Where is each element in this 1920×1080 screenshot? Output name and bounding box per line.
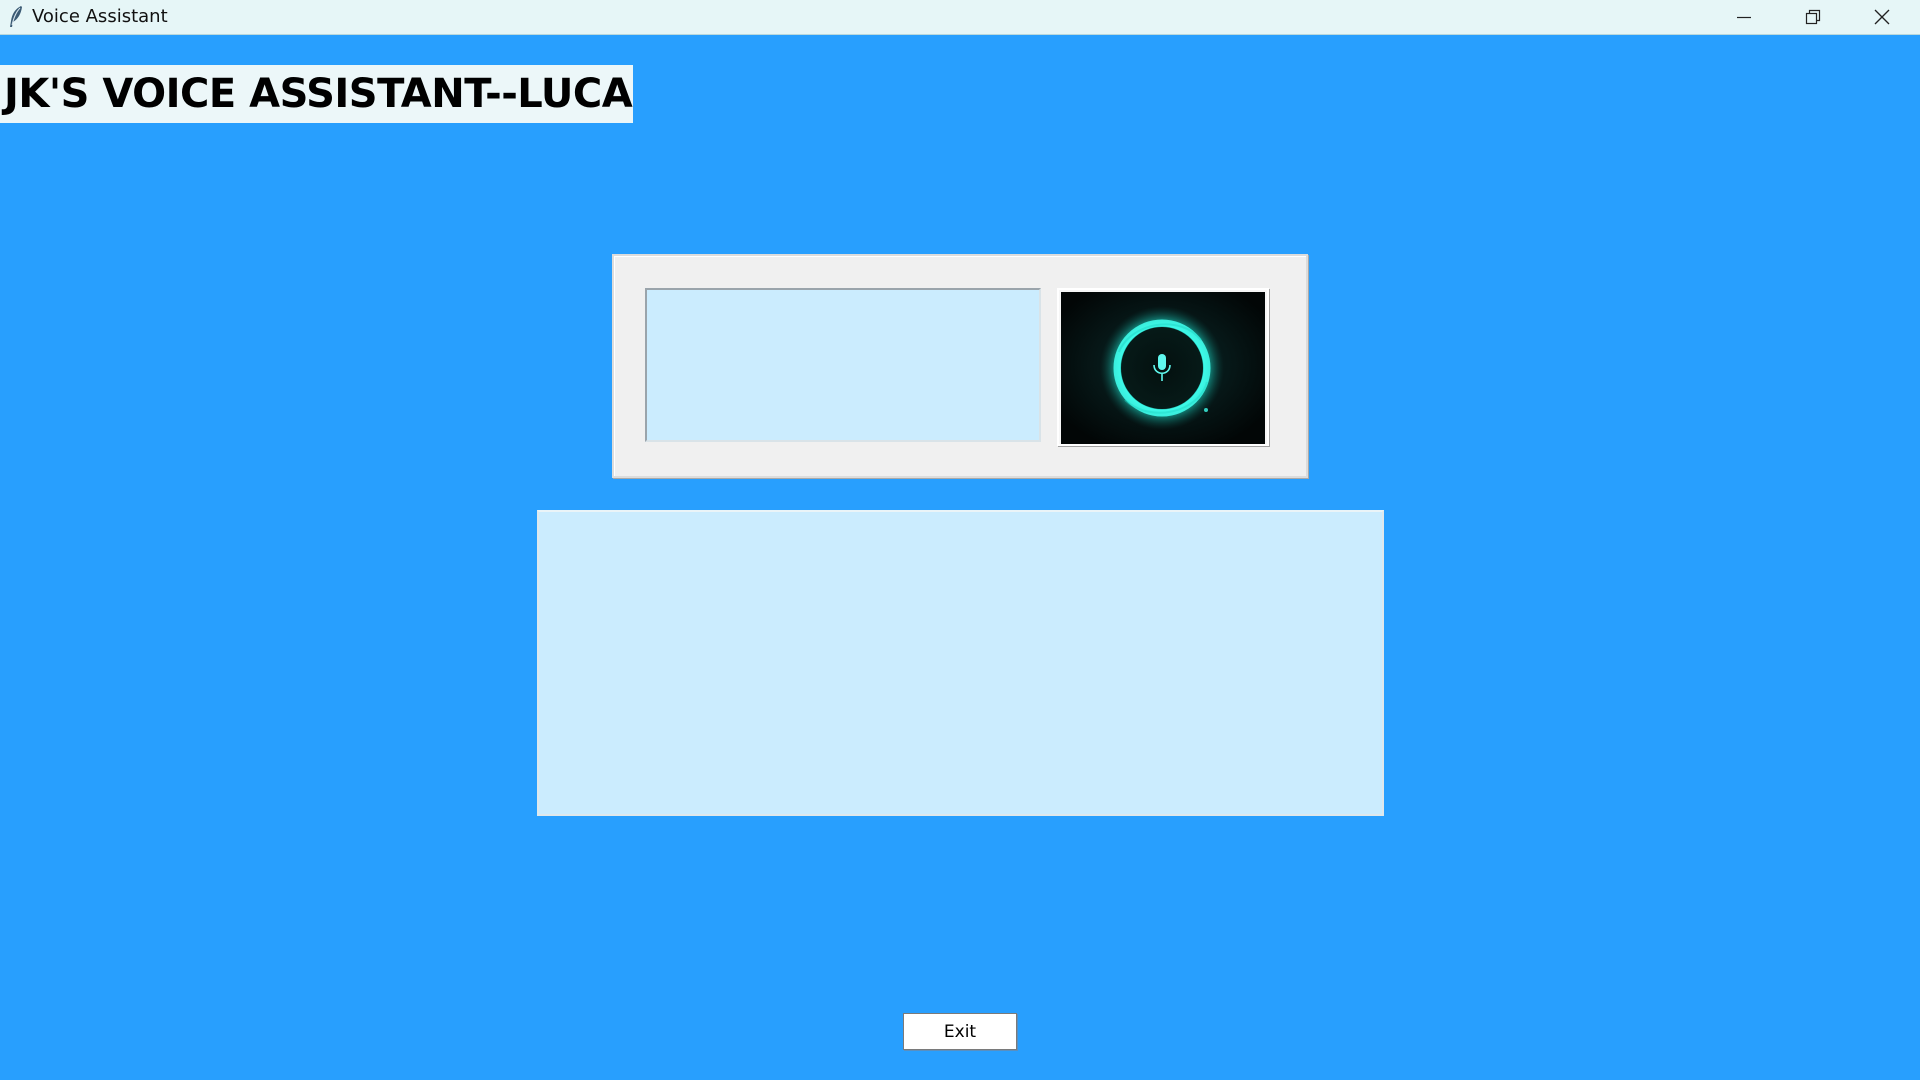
mic-button[interactable] bbox=[1057, 288, 1269, 446]
input-frame bbox=[612, 254, 1308, 478]
app-heading: JK'S VOICE ASSISTANT--LUCAS bbox=[0, 65, 633, 123]
window-title: Voice Assistant bbox=[32, 6, 168, 27]
minimize-button[interactable] bbox=[1710, 0, 1778, 34]
exit-button[interactable]: Exit bbox=[903, 1013, 1017, 1050]
minimize-icon bbox=[1736, 9, 1752, 25]
title-bar[interactable]: Voice Assistant bbox=[0, 0, 1920, 35]
restore-button[interactable] bbox=[1779, 0, 1847, 34]
app-window: Voice Assistant JK'S VOICE ASSISTANT--LU… bbox=[0, 0, 1920, 1080]
response-text-area[interactable] bbox=[537, 510, 1384, 816]
command-input[interactable] bbox=[645, 288, 1041, 442]
close-icon bbox=[1874, 9, 1890, 25]
heading-text: JK'S VOICE ASSISTANT--LUCAS bbox=[4, 71, 633, 117]
microphone-icon bbox=[1061, 292, 1265, 444]
restore-icon bbox=[1805, 9, 1821, 25]
close-button[interactable] bbox=[1848, 0, 1916, 34]
feather-icon bbox=[6, 5, 26, 29]
